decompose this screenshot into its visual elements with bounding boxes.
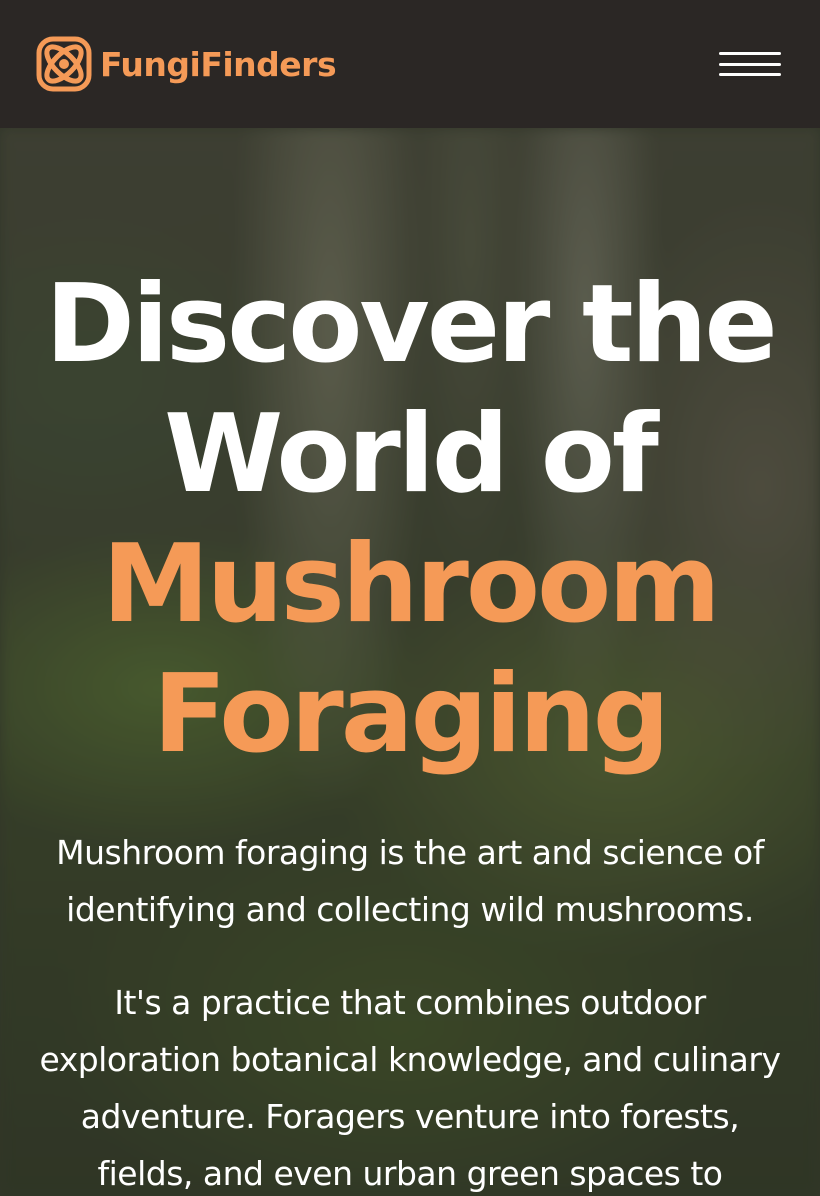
atom-orbit-icon <box>36 36 92 92</box>
hamburger-menu-icon[interactable] <box>718 44 782 84</box>
menu-bar-bottom <box>719 73 781 76</box>
headline-line-1: Discover the <box>45 262 777 387</box>
hero-paragraph-2: It's a practice that combines outdoor ex… <box>39 983 781 1193</box>
hero-content: Discover the World of Mushroom Foraging … <box>0 128 820 1196</box>
headline-accent-line-2: Foraging <box>152 652 670 777</box>
hero-paragraph-1: Mushroom foraging is the art and science… <box>56 833 764 929</box>
site-header: FungiFinders <box>0 0 820 128</box>
hero-section: Discover the World of Mushroom Foraging … <box>0 128 820 1196</box>
menu-bar-top <box>719 52 781 55</box>
headline-accent-line-1: Mushroom <box>102 522 721 647</box>
hero-headline: Discover the World of Mushroom Foraging <box>0 260 820 780</box>
brand-logo-link[interactable]: FungiFinders <box>36 36 337 92</box>
headline-line-2: World of <box>164 392 659 517</box>
menu-bar-middle <box>719 62 781 66</box>
brand-name: FungiFinders <box>100 44 337 84</box>
